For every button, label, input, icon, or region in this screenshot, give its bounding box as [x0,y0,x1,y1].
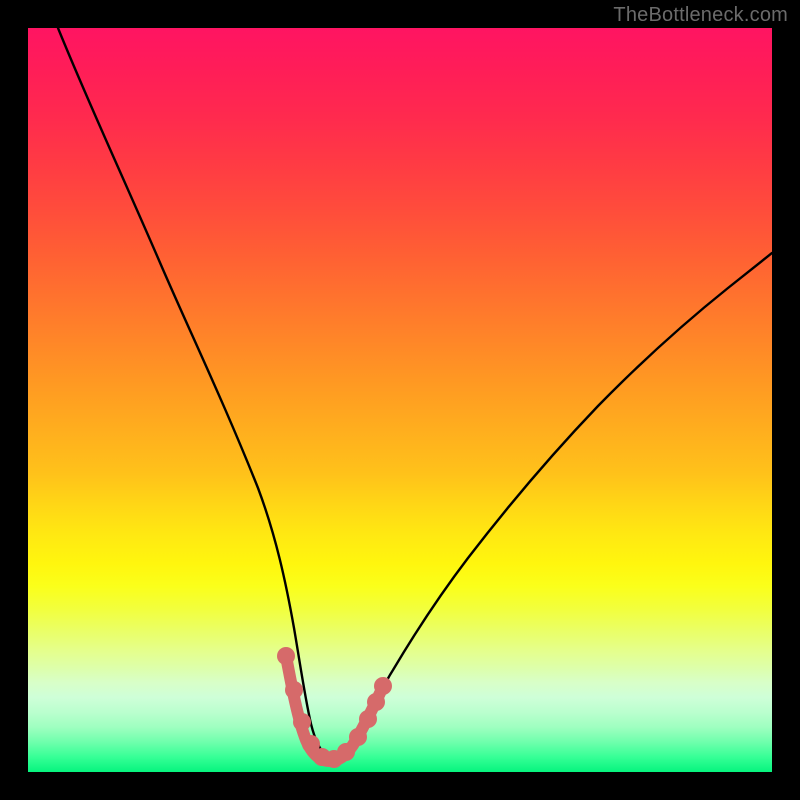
highlight-dot [277,647,295,665]
highlight-dot [374,677,392,695]
highlight-dot [293,713,311,731]
chart-svg [28,28,772,772]
highlight-dot [359,710,377,728]
highlight-dot [349,728,367,746]
highlight-dot [337,743,355,761]
highlight-dots-group [277,647,392,768]
bottleneck-curve [58,28,772,758]
chart-frame: TheBottleneck.com [0,0,800,800]
plot-area [28,28,772,772]
watermark-text: TheBottleneck.com [613,4,788,27]
highlight-dot [367,693,385,711]
highlight-dot [285,681,303,699]
